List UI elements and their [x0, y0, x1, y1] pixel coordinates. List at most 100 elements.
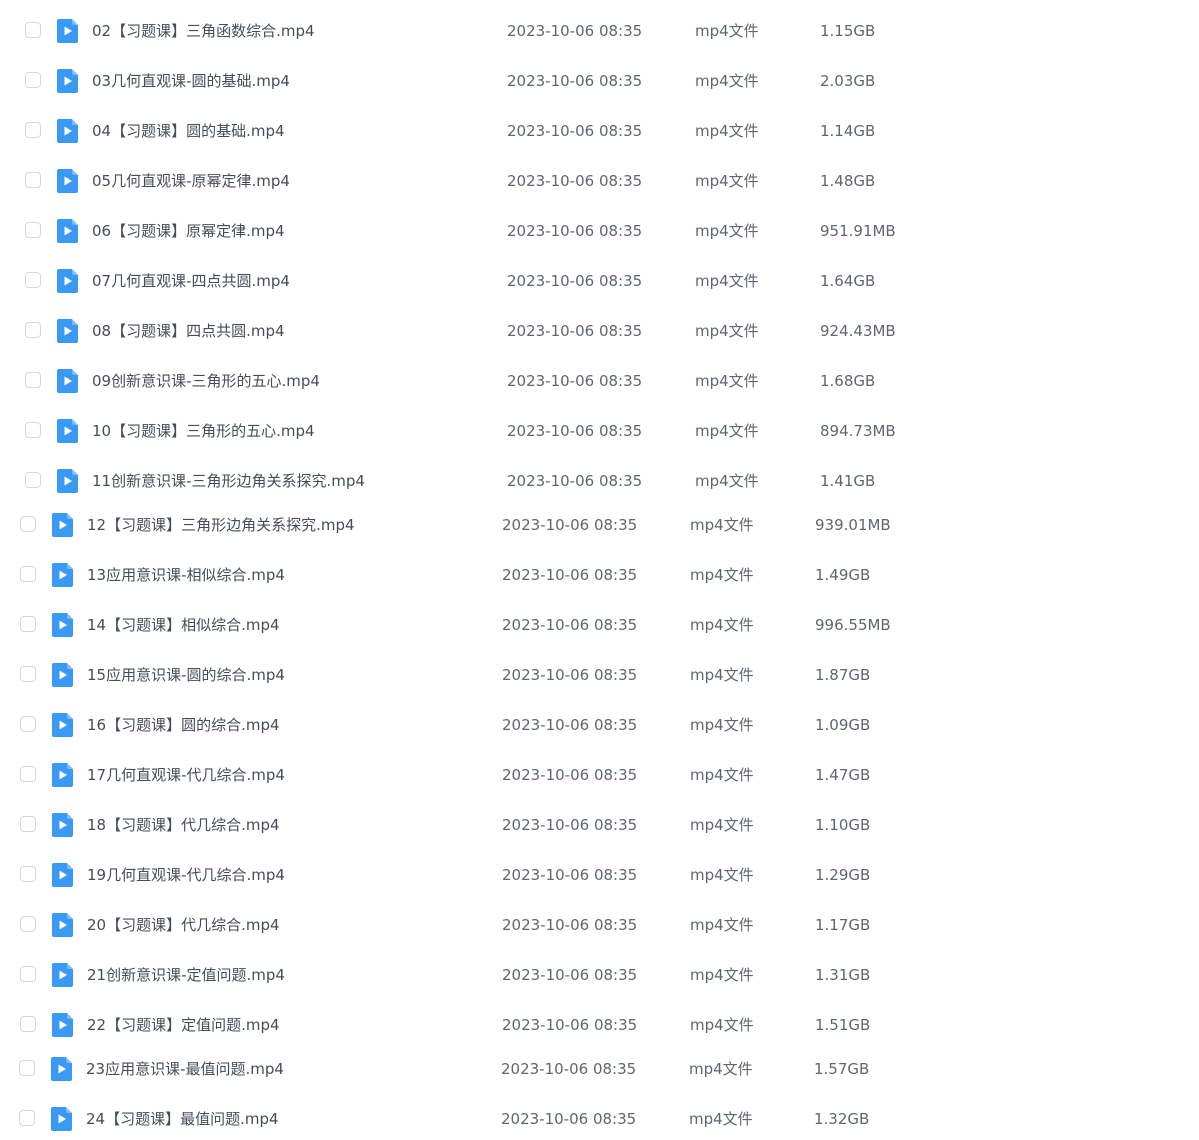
file-name[interactable]: 18【习题课】代几综合.mp4: [87, 815, 280, 835]
file-name[interactable]: 15应用意识课-圆的综合.mp4: [87, 665, 285, 685]
file-date: 2023-10-06 08:35: [502, 866, 638, 884]
row-checkbox[interactable]: [20, 566, 36, 582]
file-row[interactable]: 13应用意识课-相似综合.mp4 2023-10-06 08:35 mp4文件 1.4…: [0, 555, 1199, 595]
file-row[interactable]: 12【习题课】三角形边角关系探究.mp4 2023-10-06 08:35 mp4文…: [0, 505, 1199, 545]
file-row[interactable]: 07几何直观课-四点共圆.mp4 2023-10-06 08:35 mp4文件 1.6…: [0, 261, 1199, 301]
file-row[interactable]: 08【习题课】四点共圆.mp4 2023-10-06 08:35 mp4文件 924.…: [0, 311, 1199, 351]
file-date: 2023-10-06 08:35: [507, 22, 643, 40]
video-file-icon: [52, 863, 73, 887]
file-name[interactable]: 07几何直观课-四点共圆.mp4: [92, 271, 290, 291]
file-name[interactable]: 09创新意识课-三角形的五心.mp4: [92, 371, 320, 391]
row-checkbox[interactable]: [20, 716, 36, 732]
row-checkbox[interactable]: [20, 916, 36, 932]
file-size: 1.32GB: [814, 1110, 870, 1128]
file-row[interactable]: 15应用意识课-圆的综合.mp4 2023-10-06 08:35 mp4文件 1.8…: [0, 655, 1199, 695]
row-checkbox[interactable]: [20, 966, 36, 982]
file-date: 2023-10-06 08:35: [502, 1016, 638, 1034]
file-row[interactable]: 06【习题课】原幂定律.mp4 2023-10-06 08:35 mp4文件 951.…: [0, 211, 1199, 251]
file-name[interactable]: 19几何直观课-代几综合.mp4: [87, 865, 285, 885]
file-name[interactable]: 06【习题课】原幂定律.mp4: [92, 221, 285, 241]
row-checkbox[interactable]: [20, 766, 36, 782]
file-name[interactable]: 22【习题课】定值问题.mp4: [87, 1015, 280, 1035]
row-checkbox[interactable]: [25, 22, 41, 38]
row-checkbox[interactable]: [25, 72, 41, 88]
row-checkbox[interactable]: [25, 122, 41, 138]
file-type: mp4文件: [690, 966, 754, 984]
video-file-icon: [52, 563, 73, 587]
row-checkbox[interactable]: [25, 172, 41, 188]
file-row[interactable]: 11创新意识课-三角形边角关系探究.mp4 2023-10-06 08:35 mp4…: [0, 461, 1199, 501]
file-row[interactable]: 16【习题课】圆的综合.mp4 2023-10-06 08:35 mp4文件 1.09…: [0, 705, 1199, 745]
row-checkbox[interactable]: [19, 1060, 35, 1076]
file-name[interactable]: 02【习题课】三角函数综合.mp4: [92, 21, 315, 41]
file-name[interactable]: 20【习题课】代几综合.mp4: [87, 915, 280, 935]
file-row[interactable]: 02【习题课】三角函数综合.mp4 2023-10-06 08:35 mp4文件 1.…: [0, 11, 1199, 51]
file-row[interactable]: 05几何直观课-原幂定律.mp4 2023-10-06 08:35 mp4文件 1.4…: [0, 161, 1199, 201]
file-size: 1.29GB: [815, 866, 871, 884]
file-row[interactable]: 10【习题课】三角形的五心.mp4 2023-10-06 08:35 mp4文件 89…: [0, 411, 1199, 451]
row-checkbox[interactable]: [20, 866, 36, 882]
file-name[interactable]: 12【习题课】三角形边角关系探究.mp4: [87, 515, 355, 535]
row-checkbox[interactable]: [19, 1110, 35, 1126]
file-size: 1.64GB: [820, 272, 876, 290]
row-checkbox[interactable]: [25, 272, 41, 288]
file-date: 2023-10-06 08:35: [502, 666, 638, 684]
video-file-icon: [57, 169, 78, 193]
file-row[interactable]: 19几何直观课-代几综合.mp4 2023-10-06 08:35 mp4文件 1.2…: [0, 855, 1199, 895]
row-checkbox[interactable]: [20, 816, 36, 832]
file-date: 2023-10-06 08:35: [507, 222, 643, 240]
file-date: 2023-10-06 08:35: [502, 566, 638, 584]
file-row[interactable]: 04【习题课】圆的基础.mp4 2023-10-06 08:35 mp4文件 1.14…: [0, 111, 1199, 151]
video-file-icon: [57, 369, 78, 393]
video-file-icon: [52, 613, 73, 637]
file-row[interactable]: 09创新意识课-三角形的五心.mp4 2023-10-06 08:35 mp4文件 1…: [0, 361, 1199, 401]
file-name[interactable]: 13应用意识课-相似综合.mp4: [87, 565, 285, 585]
file-row[interactable]: 03几何直观课-圆的基础.mp4 2023-10-06 08:35 mp4文件 2.0…: [0, 61, 1199, 101]
file-name[interactable]: 04【习题课】圆的基础.mp4: [92, 121, 285, 141]
file-size: 1.51GB: [815, 1016, 871, 1034]
file-row[interactable]: 24【习题课】最值问题.mp4 2023-10-06 08:35 mp4文件 1.32…: [0, 1099, 1199, 1139]
file-name[interactable]: 21创新意识课-定值问题.mp4: [87, 965, 285, 985]
video-file-icon: [57, 269, 78, 293]
row-checkbox[interactable]: [25, 222, 41, 238]
file-row[interactable]: 14【习题课】相似综合.mp4 2023-10-06 08:35 mp4文件 996.…: [0, 605, 1199, 645]
file-row[interactable]: 18【习题课】代几综合.mp4 2023-10-06 08:35 mp4文件 1.10…: [0, 805, 1199, 845]
file-type: mp4文件: [695, 322, 759, 340]
file-row[interactable]: 23应用意识课-最值问题.mp4 2023-10-06 08:35 mp4文件 1.5…: [0, 1049, 1199, 1089]
file-type: mp4文件: [695, 122, 759, 140]
video-file-icon: [52, 663, 73, 687]
file-name[interactable]: 10【习题课】三角形的五心.mp4: [92, 421, 315, 441]
file-date: 2023-10-06 08:35: [507, 372, 643, 390]
file-row[interactable]: 20【习题课】代几综合.mp4 2023-10-06 08:35 mp4文件 1.17…: [0, 905, 1199, 945]
file-size: 1.49GB: [815, 566, 871, 584]
file-date: 2023-10-06 08:35: [507, 122, 643, 140]
row-checkbox[interactable]: [20, 616, 36, 632]
file-date: 2023-10-06 08:35: [502, 816, 638, 834]
row-checkbox[interactable]: [25, 422, 41, 438]
file-name[interactable]: 14【习题课】相似综合.mp4: [87, 615, 280, 635]
row-checkbox[interactable]: [20, 516, 36, 532]
file-name[interactable]: 16【习题课】圆的综合.mp4: [87, 715, 280, 735]
file-name[interactable]: 03几何直观课-圆的基础.mp4: [92, 71, 290, 91]
file-row[interactable]: 17几何直观课-代几综合.mp4 2023-10-06 08:35 mp4文件 1.4…: [0, 755, 1199, 795]
row-checkbox[interactable]: [20, 666, 36, 682]
file-size: 1.47GB: [815, 766, 871, 784]
file-type: mp4文件: [690, 716, 754, 734]
row-checkbox[interactable]: [25, 322, 41, 338]
video-file-icon: [52, 963, 73, 987]
file-row[interactable]: 21创新意识课-定值问题.mp4 2023-10-06 08:35 mp4文件 1.3…: [0, 955, 1199, 995]
file-size: 939.01MB: [815, 516, 891, 534]
file-name[interactable]: 05几何直观课-原幂定律.mp4: [92, 171, 290, 191]
file-name[interactable]: 08【习题课】四点共圆.mp4: [92, 321, 285, 341]
file-name[interactable]: 11创新意识课-三角形边角关系探究.mp4: [92, 471, 365, 491]
file-row[interactable]: 22【习题课】定值问题.mp4 2023-10-06 08:35 mp4文件 1.51…: [0, 1005, 1199, 1045]
file-name[interactable]: 23应用意识课-最值问题.mp4: [86, 1059, 284, 1079]
file-size: 1.68GB: [820, 372, 876, 390]
row-checkbox[interactable]: [25, 472, 41, 488]
file-name[interactable]: 17几何直观课-代几综合.mp4: [87, 765, 285, 785]
file-type: mp4文件: [695, 422, 759, 440]
row-checkbox[interactable]: [25, 372, 41, 388]
row-checkbox[interactable]: [20, 1016, 36, 1032]
file-name[interactable]: 24【习题课】最值问题.mp4: [86, 1109, 279, 1129]
file-type: mp4文件: [695, 72, 759, 90]
